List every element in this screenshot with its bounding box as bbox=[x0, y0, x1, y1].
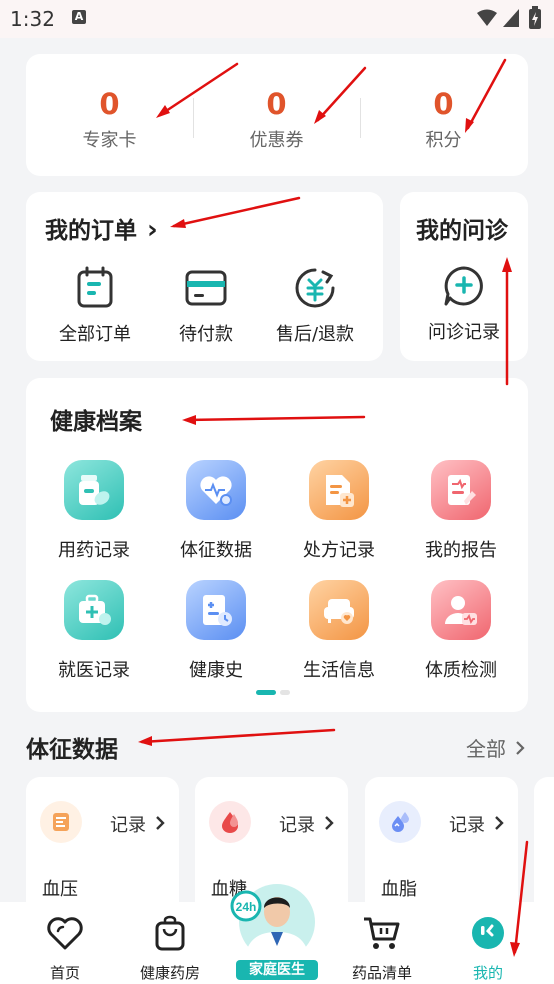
chevron-right-icon bbox=[494, 816, 504, 830]
grid-life-info[interactable]: 生活信息 bbox=[278, 580, 400, 682]
stat-points[interactable]: 0 积分 bbox=[360, 86, 527, 152]
vital-name: 血压 bbox=[42, 879, 78, 900]
tab-label: 我的 bbox=[472, 964, 503, 982]
record-label: 记录 bbox=[279, 815, 315, 836]
chevron-right-icon: › bbox=[147, 215, 158, 245]
grid-label: 处方记录 bbox=[303, 540, 375, 561]
vitals-all-link[interactable]: 全部 bbox=[466, 733, 526, 762]
record-label: 记录 bbox=[449, 815, 485, 836]
order-pending-payment[interactable]: 待付款 bbox=[151, 266, 261, 346]
wifi-icon bbox=[477, 9, 497, 26]
grid-health-history[interactable]: 健康史 bbox=[155, 580, 277, 682]
annotation-arrow bbox=[140, 728, 336, 744]
grid-medical-visit-record[interactable]: 就医记录 bbox=[33, 580, 155, 682]
tab-bar: 首页 健康药房 24h 家庭医生 药品清单 我的 bbox=[0, 884, 554, 984]
grid-label: 就医记录 bbox=[58, 660, 130, 681]
annotation-arrowhead bbox=[138, 736, 152, 746]
medical-kit-icon bbox=[64, 580, 124, 640]
health-archive-title: 健康档案 bbox=[50, 409, 142, 435]
chevron-right-icon bbox=[155, 816, 165, 830]
doctor-avatar-icon: 24h bbox=[230, 884, 315, 956]
tab-label: 家庭医生 bbox=[236, 960, 318, 980]
stat-coupon[interactable]: 0 优惠券 bbox=[193, 86, 360, 152]
tab-label: 健康药房 bbox=[139, 964, 200, 982]
vital-card-partial[interactable] bbox=[534, 777, 554, 917]
chevron-right-icon bbox=[324, 816, 334, 830]
grid-label: 体质检测 bbox=[425, 660, 497, 681]
clipboard-icon bbox=[73, 266, 117, 310]
signal-icon bbox=[503, 9, 519, 27]
grid-label: 体征数据 bbox=[180, 540, 252, 561]
battery-icon bbox=[529, 6, 541, 29]
refund-icon bbox=[293, 266, 337, 310]
grid-vital-signs[interactable]: 体征数据 bbox=[155, 460, 277, 562]
vital-name: 血脂 bbox=[381, 879, 417, 900]
tab-label: 药品清单 bbox=[351, 964, 412, 982]
consult-label: 问诊记录 bbox=[428, 322, 500, 343]
tab-pharmacy[interactable]: 健康药房 bbox=[135, 914, 205, 983]
sofa-icon bbox=[309, 580, 369, 640]
report-icon bbox=[431, 460, 491, 520]
tab-home[interactable]: 首页 bbox=[30, 914, 100, 983]
profile-icon bbox=[453, 914, 523, 952]
order-all[interactable]: 全部订单 bbox=[40, 266, 150, 346]
vitals-title: 体征数据 bbox=[26, 737, 118, 763]
order-label: 待付款 bbox=[179, 324, 233, 345]
blood-drop-icon bbox=[209, 801, 251, 843]
record-link[interactable]: 记录 bbox=[110, 811, 165, 837]
stat-label: 专家卡 bbox=[82, 130, 137, 151]
grid-medication-record[interactable]: 用药记录 bbox=[33, 460, 155, 562]
heart-monitor-icon bbox=[186, 460, 246, 520]
record-label: 记录 bbox=[110, 815, 146, 836]
page-indicator-inactive bbox=[280, 690, 290, 695]
record-link[interactable]: 记录 bbox=[279, 811, 334, 837]
tab-family-doctor[interactable]: 24h 家庭医生 bbox=[226, 876, 328, 980]
order-label: 全部订单 bbox=[59, 324, 131, 345]
tab-medicine-list[interactable]: 药品清单 bbox=[347, 914, 417, 983]
orders-title[interactable]: 我的订单 › bbox=[45, 211, 158, 245]
page-indicator-active bbox=[256, 690, 276, 695]
grid-my-report[interactable]: 我的报告 bbox=[400, 460, 522, 562]
order-refund[interactable]: 售后/退款 bbox=[260, 266, 370, 346]
stat-label: 优惠券 bbox=[249, 130, 304, 151]
history-icon bbox=[186, 580, 246, 640]
person-check-icon bbox=[431, 580, 491, 640]
heart-icon bbox=[30, 914, 100, 952]
consult-title[interactable]: 我的问诊 bbox=[416, 211, 508, 245]
prescription-icon bbox=[309, 460, 369, 520]
vital-card-blood-pressure[interactable]: 记录 血压 bbox=[26, 777, 179, 917]
record-link[interactable]: 记录 bbox=[449, 811, 504, 837]
bag-icon bbox=[135, 914, 205, 952]
doctor-badge: 24h bbox=[236, 900, 257, 914]
chevron-right-icon bbox=[516, 741, 525, 755]
cart-icon bbox=[347, 914, 417, 952]
stat-value: 0 bbox=[433, 87, 454, 121]
grid-prescription-record[interactable]: 处方记录 bbox=[278, 460, 400, 562]
stat-value: 0 bbox=[99, 87, 120, 121]
medicine-icon bbox=[64, 460, 124, 520]
order-label: 售后/退款 bbox=[275, 324, 355, 345]
stat-expert-card[interactable]: 0 专家卡 bbox=[26, 86, 193, 152]
consult-records[interactable]: 问诊记录 bbox=[409, 264, 519, 344]
grid-constitution-test[interactable]: 体质检测 bbox=[400, 580, 522, 682]
card-icon bbox=[184, 266, 228, 310]
orders-title-text: 我的订单 bbox=[45, 218, 137, 244]
tab-mine[interactable]: 我的 bbox=[453, 914, 523, 983]
vital-card-blood-lipid[interactable]: 记录 血脂 bbox=[365, 777, 518, 917]
stat-label: 积分 bbox=[425, 130, 462, 151]
lipid-drop-icon bbox=[379, 801, 421, 843]
status-bar: 1:32 A bbox=[0, 0, 554, 38]
status-time: 1:32 bbox=[10, 7, 55, 31]
grid-label: 用药记录 bbox=[58, 540, 130, 561]
vitals-all-label: 全部 bbox=[466, 737, 506, 761]
tab-label: 首页 bbox=[49, 964, 80, 982]
chat-plus-icon bbox=[442, 264, 486, 308]
blood-pressure-icon bbox=[40, 801, 82, 843]
grid-label: 健康史 bbox=[189, 660, 243, 681]
grid-label: 生活信息 bbox=[303, 660, 375, 681]
stat-value: 0 bbox=[266, 87, 287, 121]
grid-label: 我的报告 bbox=[425, 540, 497, 561]
notification-a-icon: A bbox=[72, 10, 86, 24]
